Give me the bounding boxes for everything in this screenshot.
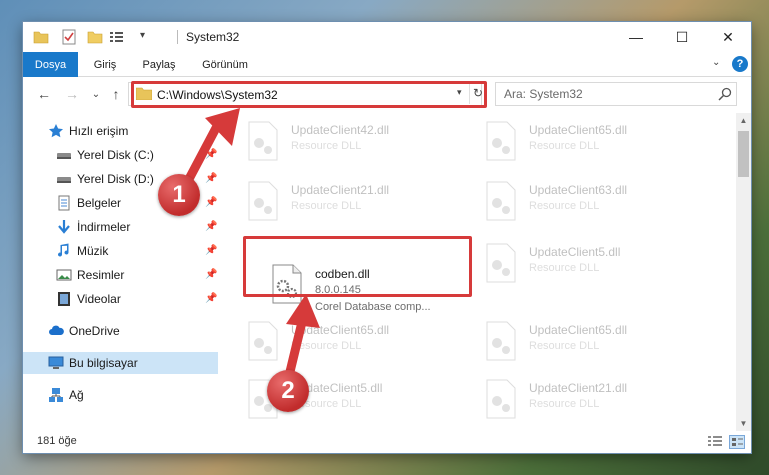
pin-icon: 📌 <box>205 221 218 232</box>
documents-icon <box>58 195 70 211</box>
sidebar-item-onedrive[interactable]: OneDrive <box>23 320 218 342</box>
file-name: UpdateClient65.dll <box>529 123 628 137</box>
file-item[interactable]: UpdateClient65.dll Resource DLL <box>483 317 703 373</box>
back-button[interactable]: ← <box>35 85 53 103</box>
pin-icon: 📌 <box>205 269 218 280</box>
dll-file-icon <box>486 121 516 161</box>
title-bar: ▾ System32 — ☐ ✕ <box>23 22 751 52</box>
tab-home[interactable]: Giriş <box>83 52 127 77</box>
file-item[interactable]: UpdateClient65.dll Resource DLL <box>483 117 703 173</box>
file-description: Resource DLL <box>529 398 600 410</box>
file-item[interactable]: UpdateClient21.dll Resource DLL <box>483 375 703 431</box>
file-description: Resource DLL <box>529 262 600 274</box>
navigation-bar: ← → ⌄ ↑ C:\Windows\System32 ▾ ↻ <box>23 77 751 113</box>
step-badge-1: 1 <box>158 174 200 216</box>
properties-icon[interactable] <box>61 29 77 45</box>
scroll-down-icon[interactable]: ▼ <box>736 416 751 431</box>
cloud-icon <box>49 325 64 335</box>
dll-file-icon <box>486 379 516 419</box>
sidebar-item-label: Yerel Disk (D:) <box>77 172 154 186</box>
sidebar-item-label: Resimler <box>77 268 125 282</box>
item-count: 181 öğe <box>37 435 77 447</box>
folder-icon <box>33 31 49 44</box>
file-name: UpdateClient5.dll <box>529 245 621 259</box>
dll-file-icon <box>486 181 516 221</box>
tiles-view-icon[interactable] <box>729 435 745 449</box>
network-icon <box>49 388 63 402</box>
sidebar-item-downloads[interactable]: İndirmeler 📌 <box>23 216 218 238</box>
music-icon <box>58 243 69 257</box>
file-name: UpdateClient42.dll <box>291 123 390 137</box>
close-button[interactable]: ✕ <box>705 22 751 52</box>
close-icon: ✕ <box>722 28 734 45</box>
details-view-icon[interactable] <box>707 435 723 449</box>
vertical-scrollbar[interactable]: ▲ ▼ <box>736 113 751 431</box>
file-description: Resource DLL <box>291 200 362 212</box>
minimize-button[interactable]: — <box>613 22 659 52</box>
file-item[interactable]: UpdateClient5.dll Resource DLL <box>483 239 703 295</box>
recent-locations-button[interactable]: ⌄ <box>87 85 105 103</box>
title-separator <box>177 30 178 44</box>
file-name: UpdateClient21.dll <box>529 381 628 395</box>
tab-share[interactable]: Paylaş <box>134 52 184 77</box>
maximize-icon: ☐ <box>675 28 689 45</box>
search-box[interactable] <box>495 82 737 106</box>
maximize-button[interactable]: ☐ <box>659 22 705 52</box>
videos-icon <box>58 292 70 306</box>
computer-icon <box>48 356 64 369</box>
sidebar-item-videos[interactable]: Videolar 📌 <box>23 288 218 310</box>
tab-file[interactable]: Dosya <box>23 52 78 77</box>
customize-toolbar-icon[interactable] <box>109 29 125 45</box>
quick-access-dropdown-icon[interactable]: ▾ <box>140 30 145 41</box>
file-item[interactable]: UpdateClient21.dll Resource DLL <box>245 177 465 233</box>
sidebar-item-label: İndirmeler <box>77 220 131 234</box>
sidebar-item-label: Bu bilgisayar <box>69 356 138 370</box>
pin-icon: 📌 <box>205 293 218 304</box>
sidebar-item-label: Hızlı erişim <box>69 124 129 138</box>
status-bar: 181 öğe <box>23 431 751 453</box>
download-icon <box>58 220 70 234</box>
file-name: UpdateClient65.dll <box>529 323 628 337</box>
sidebar-item-label: Ağ <box>69 388 84 402</box>
file-description: Resource DLL <box>529 140 600 152</box>
file-name: UpdateClient63.dll <box>529 183 628 197</box>
sidebar-item-label: Yerel Disk (C:) <box>77 148 154 162</box>
sidebar-item-label: OneDrive <box>69 324 120 338</box>
drive-icon <box>57 177 71 183</box>
file-description: Resource DLL <box>529 340 600 352</box>
pictures-icon <box>56 269 72 281</box>
window-title: System32 <box>186 30 240 44</box>
search-input[interactable] <box>504 86 704 102</box>
dll-file-icon <box>486 243 516 283</box>
forward-button[interactable]: → <box>63 85 81 103</box>
sidebar-item-this-pc[interactable]: Bu bilgisayar <box>23 352 218 374</box>
sidebar-item-music[interactable]: Müzik 📌 <box>23 240 218 262</box>
scroll-up-icon[interactable]: ▲ <box>736 113 751 128</box>
minimize-icon: — <box>629 29 643 45</box>
dll-file-icon <box>486 321 516 361</box>
file-description: Resource DLL <box>291 140 362 152</box>
scroll-thumb[interactable] <box>738 131 749 177</box>
up-button[interactable]: ↑ <box>107 85 125 103</box>
file-description: Resource DLL <box>529 200 600 212</box>
help-icon[interactable]: ? <box>732 56 748 72</box>
ribbon-tabs: Dosya Giriş Paylaş Görünüm ⌄ ? <box>23 52 751 77</box>
sidebar-item-network[interactable]: Ağ <box>23 384 218 406</box>
sidebar-item-label: Müzik <box>77 244 109 258</box>
sidebar-item-pictures[interactable]: Resimler 📌 <box>23 264 218 286</box>
search-icon[interactable] <box>718 87 732 101</box>
drive-icon <box>57 153 71 159</box>
tab-view[interactable]: Görünüm <box>193 52 257 77</box>
sidebar-item-label: Belgeler <box>77 196 122 210</box>
file-name: UpdateClient21.dll <box>291 183 390 197</box>
new-folder-icon[interactable] <box>87 29 103 45</box>
file-item[interactable]: UpdateClient63.dll Resource DLL <box>483 177 703 233</box>
ribbon-expand-icon[interactable]: ⌄ <box>712 57 720 68</box>
star-icon <box>49 124 63 138</box>
step-badge-2: 2 <box>267 370 309 412</box>
pin-icon: 📌 <box>205 245 218 256</box>
sidebar-item-label: Videolar <box>77 292 121 306</box>
file-item[interactable]: UpdateClient42.dll Resource DLL <box>245 117 465 173</box>
